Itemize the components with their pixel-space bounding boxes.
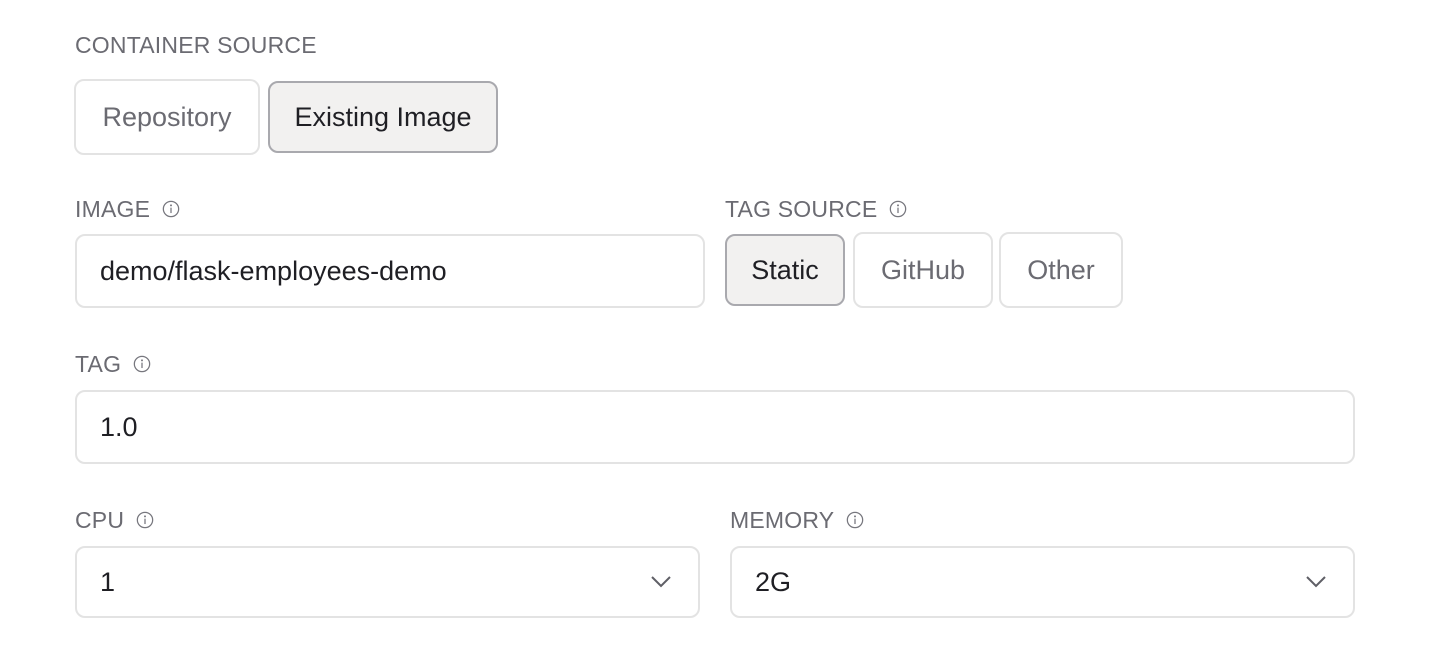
tag-label-text: TAG <box>75 350 122 377</box>
image-label-text: IMAGE <box>75 195 151 222</box>
existing-image-label: Existing Image <box>294 101 472 132</box>
tag-source-label: TAG SOURCE <box>725 195 907 223</box>
other-label: Other <box>1027 254 1095 285</box>
repository-label: Repository <box>102 101 232 132</box>
info-circle-icon[interactable] <box>136 511 154 529</box>
image-input[interactable]: demo/flask-employees-demo <box>75 234 705 308</box>
chevron-down-icon <box>1306 576 1326 588</box>
chevron-down-icon <box>651 576 671 588</box>
memory-select[interactable]: 2G <box>730 546 1355 618</box>
info-circle-icon[interactable] <box>889 200 907 218</box>
container-source-repository-button[interactable]: Repository <box>74 79 260 155</box>
tag-label: TAG <box>75 350 151 378</box>
tag-source-github-button[interactable]: GitHub <box>853 232 993 308</box>
info-circle-icon[interactable] <box>133 355 151 373</box>
info-circle-icon[interactable] <box>846 511 864 529</box>
tag-input-value: 1.0 <box>100 411 138 442</box>
container-source-label: CONTAINER SOURCE <box>75 31 317 59</box>
container-source-existing-image-button[interactable]: Existing Image <box>268 81 498 153</box>
memory-label-text: MEMORY <box>730 506 835 533</box>
cpu-label: CPU <box>75 506 154 534</box>
tag-source-other-button[interactable]: Other <box>999 232 1123 308</box>
cpu-select[interactable]: 1 <box>75 546 700 618</box>
static-label: Static <box>751 254 819 285</box>
tag-source-static-button[interactable]: Static <box>725 234 845 306</box>
cpu-label-text: CPU <box>75 506 125 533</box>
memory-label: MEMORY <box>730 506 864 534</box>
tag-source-label-text: TAG SOURCE <box>725 195 878 222</box>
tag-input[interactable]: 1.0 <box>75 390 1355 464</box>
image-label: IMAGE <box>75 195 180 223</box>
memory-select-value: 2G <box>755 566 792 597</box>
image-input-value: demo/flask-employees-demo <box>100 255 447 286</box>
info-circle-icon[interactable] <box>162 200 180 218</box>
cpu-select-value: 1 <box>100 566 116 597</box>
container-source-label-text: CONTAINER SOURCE <box>75 31 317 58</box>
github-label: GitHub <box>880 254 966 285</box>
